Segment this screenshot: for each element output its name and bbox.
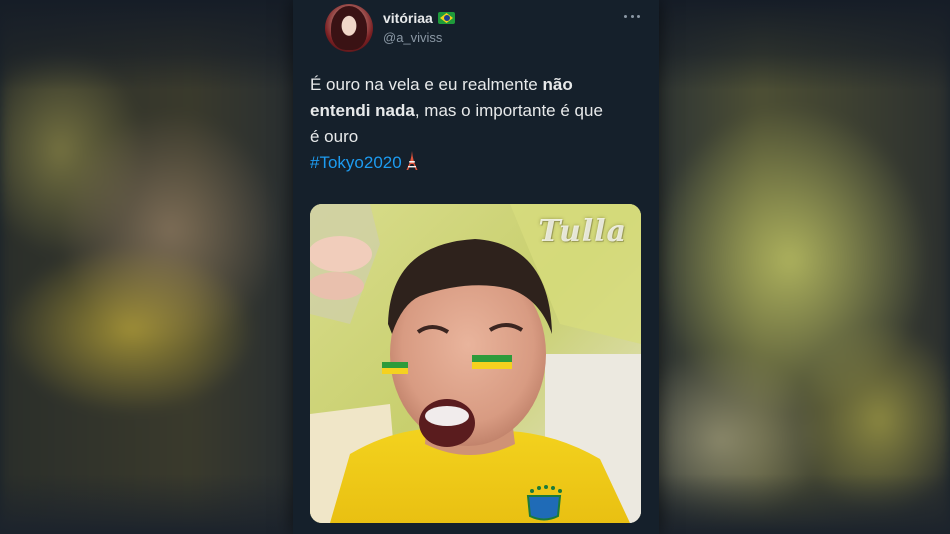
tweet-media-image[interactable]: Tulla xyxy=(310,204,641,523)
tweet-hashtag-line: #Tokyo2020 xyxy=(310,150,642,176)
brazil-flag-icon xyxy=(438,12,455,24)
tweet-text: É ouro na vela e eu realmente não entend… xyxy=(310,72,642,176)
user-handle[interactable]: @a_viviss xyxy=(383,30,442,45)
tweet-header: vitóriaa @a_viviss xyxy=(310,0,642,58)
media-watermark: Tulla xyxy=(538,214,627,249)
tokyo-tower-icon xyxy=(406,151,418,170)
tweet-text-segment: É ouro na vela e eu realmente xyxy=(310,75,543,94)
tweet-text-line-2: entendi nada, mas o importante é que xyxy=(310,98,642,124)
tweet-text-segment: é ouro xyxy=(310,127,359,146)
display-name[interactable]: vitóriaa xyxy=(383,10,433,26)
avatar[interactable] xyxy=(325,4,373,52)
more-options-icon[interactable] xyxy=(624,12,640,20)
screenshot-stage: vitóriaa @a_viviss É ouro na vela e eu r… xyxy=(0,0,950,534)
media-illustration xyxy=(310,204,641,523)
tweet-card: vitóriaa @a_viviss É ouro na vela e eu r… xyxy=(293,0,659,534)
tweet-text-line-1: É ouro na vela e eu realmente não xyxy=(310,72,642,98)
avatar-portrait xyxy=(331,6,367,50)
hashtag-link[interactable]: #Tokyo2020 xyxy=(310,153,402,172)
tweet-text-segment: , mas o importante é que xyxy=(414,101,603,120)
tweet-text-bold: entendi nada xyxy=(310,101,415,120)
tweet-text-line-3: é ouro xyxy=(310,124,642,150)
tweet-text-bold: não xyxy=(542,75,573,94)
